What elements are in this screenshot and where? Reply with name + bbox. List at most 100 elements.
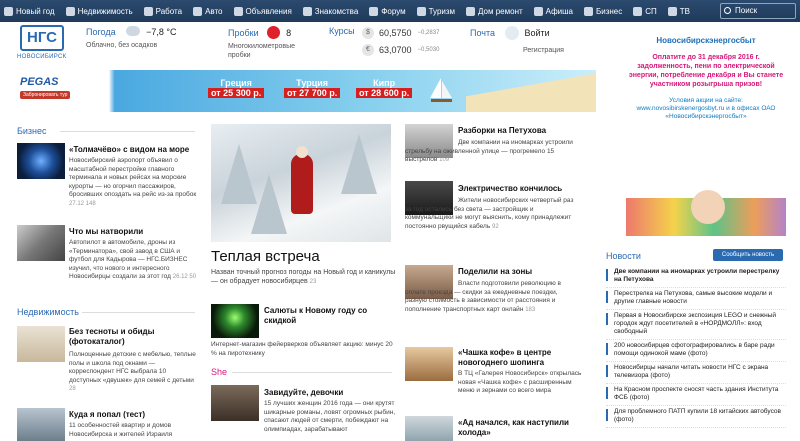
featured-title[interactable]: Теплая встреча [211, 248, 320, 265]
nav-business[interactable]: Бизнес [584, 6, 622, 16]
article-thumb-test[interactable] [17, 408, 65, 441]
nav-forum[interactable]: Форум [369, 6, 406, 16]
mail-icon [505, 26, 520, 40]
banner-dest-cyprus: Кипр от 28 600 р. [356, 78, 413, 98]
login-link[interactable]: Войти [524, 28, 549, 38]
promo-link: Условия акции на сайте: www.novosibirske… [636, 97, 776, 120]
article-title-what-we-did[interactable]: Что мы натворили [69, 227, 143, 236]
chart-icon [584, 6, 593, 16]
news-item[interactable]: На Красном проспекте сносят часть здания… [606, 384, 786, 406]
pegas-banner[interactable]: PEGAS Забронировать тур Греция от 25 300… [16, 70, 596, 112]
ads-icon [233, 6, 243, 16]
search-input[interactable]: Поиск [720, 3, 796, 19]
santa-figure [291, 154, 313, 214]
car-icon [193, 6, 203, 16]
article-thumb-apartment[interactable] [17, 326, 65, 362]
house-icon [65, 6, 75, 16]
featured-image-santa[interactable] [211, 124, 391, 242]
nav-tourism[interactable]: Туризм [416, 6, 455, 16]
news-item[interactable]: Новосибирцы начали читать новости НГС с … [606, 362, 786, 384]
nav-realty[interactable]: Недвижимость [65, 6, 133, 16]
nav-tv[interactable]: ТВ [667, 6, 690, 16]
top-nav: Новый год Недвижимость Работа Авто Объяв… [0, 0, 800, 22]
chat-icon [369, 6, 379, 16]
article-thumb-cold[interactable] [405, 416, 453, 441]
promo-text: Оплатите до 31 декабря 2016 г. задолженн… [628, 54, 784, 88]
article-text: Полноценные детские с мебелью, теплые по… [69, 351, 196, 392]
news-list: Две компании на иномарках устроили перес… [606, 266, 786, 428]
cloud-icon [125, 26, 140, 36]
article-text: Новосибирский аэропорт объявил о масштаб… [69, 157, 197, 207]
plane-icon [416, 6, 426, 16]
article-title-coffee[interactable]: «Чашка кофе» в центре новогоднего шопинг… [458, 348, 588, 368]
article-title-zones[interactable]: Поделили на зоны [458, 267, 532, 276]
article-text: Две компании на иномарках устроили стрел… [405, 139, 573, 163]
euro-icon: € [362, 44, 374, 56]
article-text: 15 лучших женщин 2016 года — они крутят … [264, 400, 396, 433]
site-logo[interactable]: НГС НОВОСИБИРСК [17, 25, 67, 65]
nav-new-year[interactable]: Новый год [4, 6, 55, 16]
section-news[interactable]: Новости [606, 251, 641, 261]
article-thumb-airport[interactable] [17, 143, 65, 179]
cart-icon [633, 6, 643, 16]
article-title-envy-girls[interactable]: Завидуйте, девочки [264, 388, 343, 397]
briefcase-icon [143, 6, 153, 16]
section-realty[interactable]: Недвижимость [17, 307, 79, 317]
news-item[interactable]: Для проблемного ПАТП купили 18 китайских… [606, 406, 786, 428]
article-thumb-drone[interactable] [17, 225, 65, 261]
submit-news-button[interactable]: Сообщить новость [713, 249, 783, 261]
baby-image [691, 190, 725, 224]
article-title-fireworks[interactable]: Салюты к Новому году со скидкой [264, 306, 394, 326]
rate-eur[interactable]: € 63,0700 −0,5030 [362, 44, 439, 56]
article-text: Жители новосибирских четвертый раз за го… [405, 197, 574, 230]
news-item[interactable]: Две компании на иномарках устроили перес… [606, 266, 786, 288]
hammer-icon [466, 6, 476, 16]
banner-dest-greece: Греция от 25 300 р. [208, 78, 265, 98]
article-title-tolmachevo[interactable]: «Толмачёво» с видом на море [69, 145, 189, 154]
news-item[interactable]: Перестрелка на Петухова, самые высокие м… [606, 288, 786, 310]
article-text: 11 особенностей квартир и домов Новосиби… [69, 422, 173, 438]
ticket-icon [533, 6, 543, 16]
article-title-petukhova[interactable]: Разборки на Петухова [458, 126, 546, 135]
rates-label[interactable]: Курсы [329, 26, 355, 36]
rate-usd[interactable]: $ 60,5750 −0,2837 [362, 27, 439, 39]
article-text: В ТЦ «Галерея Новосибирск» открылась нов… [458, 370, 582, 394]
divider [60, 131, 195, 132]
nav-auto[interactable]: Авто [193, 6, 223, 16]
article-thumb-fireworks[interactable] [211, 304, 259, 338]
snowy-tree [251, 174, 287, 234]
traffic-light-icon [266, 26, 280, 39]
article-thumb-coffee[interactable] [405, 347, 453, 381]
article-title-no-crowding[interactable]: Без тесноты и обиды (фотокаталог) [69, 327, 197, 347]
register-link[interactable]: Регистрация [523, 47, 564, 54]
sailboat-icon [430, 78, 452, 102]
article-text: Власти подготовили революцию в оплате пр… [405, 280, 561, 313]
article-text: Интернет-магазин фейерверков объявляет а… [211, 341, 393, 357]
tv-icon [667, 6, 677, 16]
mail-widget[interactable]: Почта Войти [470, 26, 550, 40]
section-she[interactable]: She [211, 367, 227, 377]
news-item[interactable]: Первая в Новосибирске экспозиция LEGO и … [606, 310, 786, 340]
people-icon [302, 6, 312, 16]
divider [82, 312, 195, 313]
section-business[interactable]: Бизнес [17, 126, 47, 136]
nav-jobs[interactable]: Работа [143, 6, 182, 16]
nav-home-repair[interactable]: Дом ремонт [466, 6, 523, 16]
energy-promo-ad[interactable]: Новосибирскэнергосбыт Оплатите до 31 дек… [626, 36, 786, 236]
pegas-logo: PEGAS Забронировать тур [20, 76, 100, 106]
nav-sp[interactable]: СП [633, 6, 657, 16]
nav-ads[interactable]: Объявления [233, 6, 292, 16]
article-title-cold[interactable]: «Ад начался, как наступили холода» [458, 418, 588, 438]
beach-image [466, 70, 596, 112]
nav-events[interactable]: Афиша [533, 6, 573, 16]
article-thumb-women[interactable] [211, 385, 259, 421]
nav-dating[interactable]: Знакомства [302, 6, 358, 16]
weather-widget[interactable]: Погода −7,8 °C Облачно, без осадков [86, 26, 176, 50]
santa-head [296, 146, 308, 158]
news-item[interactable]: 200 новосибирцев сфотографировались в ба… [606, 340, 786, 362]
traffic-widget[interactable]: Пробки 8 Многокилометровые пробки [228, 26, 318, 60]
dollar-icon: $ [362, 27, 374, 39]
search-icon [724, 7, 731, 14]
article-title-where-i-got[interactable]: Куда я попал (тест) [69, 410, 145, 419]
article-title-electricity[interactable]: Электричество кончилось [458, 184, 562, 193]
